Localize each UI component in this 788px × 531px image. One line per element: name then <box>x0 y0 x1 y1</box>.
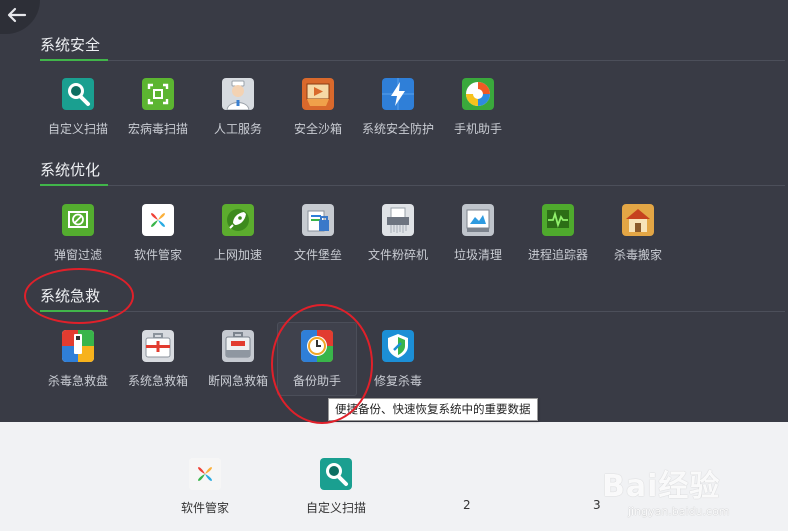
tool-junk-cleanup[interactable]: 垃圾清理 <box>438 204 518 263</box>
tool-custom-scan[interactable]: 自定义扫描 <box>38 78 118 137</box>
tool-antivirus-move[interactable]: 杀毒搬家 <box>598 204 678 263</box>
section-divider <box>40 185 785 186</box>
dock-item-software-manager[interactable]: 软件管家 <box>160 458 250 516</box>
tools-panel: 系统安全 系统优化 系统急救 自定义扫描 宏病毒扫描 人工服务 安全沙箱 系统安… <box>0 0 788 424</box>
first-aid-kit-icon <box>142 330 174 362</box>
rescue-usb-icon <box>62 330 94 362</box>
dock-slot-number: 3 <box>593 498 601 512</box>
rocket-icon <box>222 204 254 236</box>
file-fortress-icon <box>302 204 334 236</box>
tool-system-protection[interactable]: 系统安全防护 <box>358 78 438 137</box>
tool-net-accelerate[interactable]: 上网加速 <box>198 204 278 263</box>
section-divider <box>40 311 785 312</box>
tool-macro-scan[interactable]: 宏病毒扫描 <box>118 78 198 137</box>
tool-file-fortress[interactable]: 文件堡垒 <box>278 204 358 263</box>
lightning-shield-icon <box>382 78 414 110</box>
doctor-icon <box>222 78 254 110</box>
repair-shield-icon <box>382 330 414 362</box>
watermark: Bai经验 jingyan.baidu.com <box>600 455 780 527</box>
macro-scan-icon <box>142 78 174 110</box>
back-arrow-icon <box>7 7 27 23</box>
tool-backup-assistant[interactable]: 备份助手 <box>277 322 357 396</box>
watermark-url: jingyan.baidu.com <box>628 505 730 518</box>
magnifier-icon <box>320 458 352 490</box>
tool-offline-rescue-kit[interactable]: 断网急救箱 <box>198 330 278 389</box>
section-title-rescue: 系统急救 <box>40 287 101 305</box>
section-title-optimize: 系统优化 <box>40 161 101 179</box>
tool-phone-assistant[interactable]: 手机助手 <box>438 78 518 137</box>
house-move-icon <box>622 204 654 236</box>
tooltip: 便捷备份、快速恢复系统中的重要数据 <box>328 398 538 421</box>
tool-process-tracker[interactable]: 进程追踪器 <box>518 204 598 263</box>
tool-popup-filter[interactable]: 弹窗过滤 <box>38 204 118 263</box>
back-button[interactable] <box>0 0 40 34</box>
software-manager-icon <box>142 204 174 236</box>
cleanup-icon <box>462 204 494 236</box>
tool-manual-service[interactable]: 人工服务 <box>198 78 278 137</box>
section-accent <box>40 310 108 312</box>
backup-clock-icon <box>301 330 333 362</box>
tool-software-manager[interactable]: 软件管家 <box>118 204 198 263</box>
tool-repair-antivirus[interactable]: 修复杀毒 <box>358 330 438 389</box>
section-accent <box>40 184 108 186</box>
offline-kit-icon <box>222 330 254 362</box>
tool-file-shredder[interactable]: 文件粉碎机 <box>358 204 438 263</box>
dock-slot-number: 2 <box>463 498 471 512</box>
tool-rescue-disk[interactable]: 杀毒急救盘 <box>38 330 118 389</box>
section-divider <box>40 60 785 61</box>
tool-sandbox[interactable]: 安全沙箱 <box>278 78 358 137</box>
process-tracker-icon <box>542 204 574 236</box>
sandbox-icon <box>302 78 334 110</box>
popup-filter-icon <box>62 204 94 236</box>
phone-assistant-icon <box>462 78 494 110</box>
watermark-brand: Bai经验 <box>602 469 721 504</box>
tool-system-rescue-kit[interactable]: 系统急救箱 <box>118 330 198 389</box>
software-manager-icon <box>189 458 221 490</box>
section-accent <box>40 59 108 61</box>
dock-item-custom-scan[interactable]: 自定义扫描 <box>291 458 381 516</box>
magnifier-icon <box>62 78 94 110</box>
section-title-security: 系统安全 <box>40 36 101 54</box>
shredder-icon <box>382 204 414 236</box>
